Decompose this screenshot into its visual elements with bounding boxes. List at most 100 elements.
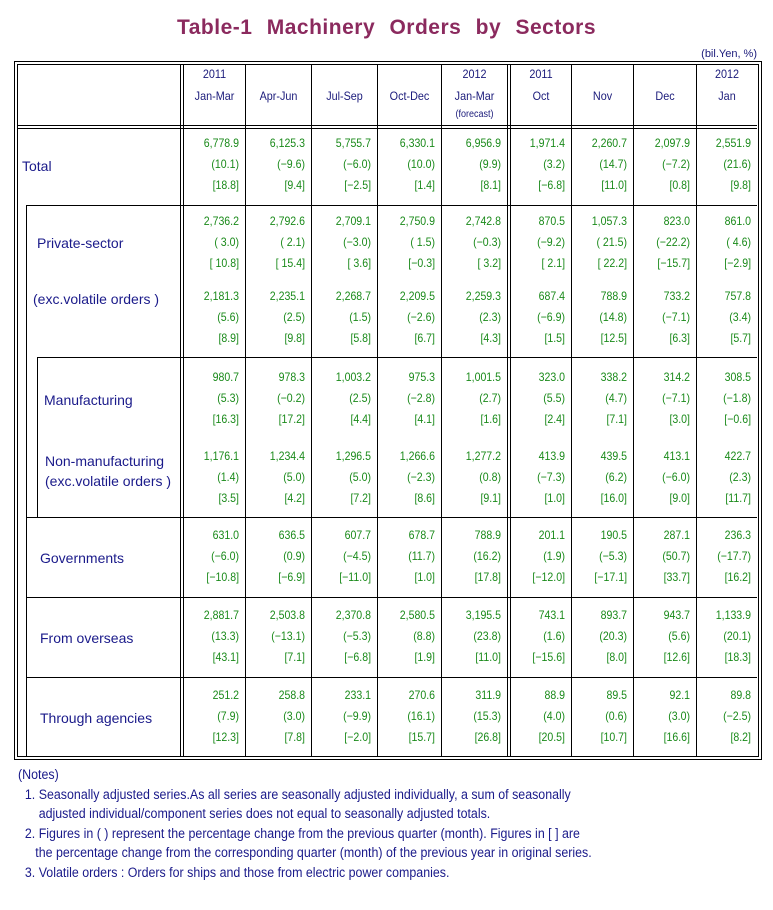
value: 1,234.4 <box>269 449 305 463</box>
yoy-change: [−2.9] <box>724 256 751 270</box>
table-cell: 1,003.2 (2.5) [4.4] <box>320 367 371 430</box>
yoy-change: [9.1] <box>480 491 501 505</box>
table-cell: 2,792.6 ( 2.1) [ 15.4] <box>254 211 305 274</box>
yoy-change: [3.0] <box>669 412 690 426</box>
qoq-change: (5.0) <box>349 470 371 484</box>
qoq-change: (−0.3) <box>473 235 501 249</box>
table-cell: 1,001.5 (2.7) [1.6] <box>450 367 501 430</box>
column-header: 2012 Jan <box>700 63 754 123</box>
manufacturing-box-edge <box>37 357 38 517</box>
yoy-change: [9.8] <box>284 331 305 345</box>
yoy-change: [16.2] <box>724 570 751 584</box>
yoy-change: [8.2] <box>730 730 751 744</box>
yoy-change: [8.0] <box>606 650 627 664</box>
table-cell: 1,971.4 (3.2) [−6.8] <box>516 133 565 196</box>
table-cell: 287.1 (50.7) [33.7] <box>642 525 690 588</box>
value: 311.9 <box>475 688 501 702</box>
qoq-change: (13.3) <box>211 629 239 643</box>
yoy-change: [11.0] <box>601 178 627 192</box>
table-cell: 2,503.8 (−13.1) [7.1] <box>254 605 305 668</box>
qoq-change: (2.5) <box>283 310 305 324</box>
value: 2,209.5 <box>399 289 435 303</box>
yoy-change: [18.3] <box>724 650 751 664</box>
column-header-line1 <box>249 63 308 85</box>
notes-section: (Notes) 1. Seasonally adjusted series.As… <box>18 765 592 882</box>
yoy-change: [6.3] <box>669 331 690 345</box>
table-cell: 439.5 (6.2) [16.0] <box>579 446 627 509</box>
table-cell: 2,235.1 (2.5) [9.8] <box>254 286 305 349</box>
qoq-change: (3.2) <box>543 157 565 171</box>
table-cell: 2,580.5 (8.8) [1.9] <box>386 605 435 668</box>
table-cell: 1,296.5 (5.0) [7.2] <box>320 446 371 509</box>
qoq-change: (0.8) <box>479 470 501 484</box>
yoy-change: [−17.1] <box>594 570 627 584</box>
qoq-change: (−2.6) <box>407 310 435 324</box>
row-label: From overseas <box>40 630 134 646</box>
table-cell: 6,330.1 (10.0) [1.4] <box>386 133 435 196</box>
value: 1,133.9 <box>715 608 751 622</box>
column-header-line1 <box>315 63 374 85</box>
column-header-line1: 2011 <box>202 67 227 81</box>
qoq-change: (10.1) <box>211 157 239 171</box>
row-divider-double <box>17 128 757 129</box>
yoy-change: [−10.8] <box>206 570 239 584</box>
table-cell: 978.3 (−0.2) [17.2] <box>254 367 305 430</box>
qoq-change: (14.7) <box>599 157 627 171</box>
yoy-change: [1.0] <box>544 491 565 505</box>
qoq-change: (−7.1) <box>662 310 690 324</box>
qoq-change: (16.2) <box>473 549 501 563</box>
table-cell: 270.6 (16.1) [15.7] <box>386 685 435 748</box>
table-cell: 2,268.7 (1.5) [5.8] <box>320 286 371 349</box>
table-cell: 5,755.7 (−6.0) [−2.5] <box>320 133 371 196</box>
yoy-change: [4.1] <box>414 412 435 426</box>
value: 870.5 <box>538 214 565 228</box>
value: 2,268.7 <box>335 289 371 303</box>
qoq-change: ( 3.0) <box>214 235 239 249</box>
qoq-change: (1.9) <box>543 549 565 563</box>
yoy-change: [4.2] <box>284 491 305 505</box>
value: 92.1 <box>669 688 690 702</box>
qoq-change: (−2.8) <box>407 391 435 405</box>
yoy-change: [9.8] <box>730 178 751 192</box>
qoq-change: (1.4) <box>217 470 239 484</box>
value: 89.5 <box>606 688 627 702</box>
qoq-change: (6.2) <box>605 470 627 484</box>
yoy-change: [16.0] <box>600 491 627 505</box>
yoy-change: [8.9] <box>218 331 239 345</box>
qoq-change: (2.7) <box>479 391 501 405</box>
row-label: (exc.volatile orders ) <box>33 291 160 307</box>
table-cell: 975.3 (−2.8) [4.1] <box>386 367 435 430</box>
table-cell: 6,125.3 (−9.6) [9.4] <box>254 133 305 196</box>
value: 1,003.2 <box>335 370 371 384</box>
yoy-change: [1.9] <box>414 650 435 664</box>
yoy-change: [ 2.1] <box>541 256 565 270</box>
yoy-change: [1.6] <box>480 412 501 426</box>
yoy-change: [11.7] <box>725 491 751 505</box>
column-header-line3 <box>315 107 374 123</box>
value: 757.8 <box>724 289 751 303</box>
yoy-change: [6.7] <box>414 331 435 345</box>
value: 2,259.3 <box>465 289 501 303</box>
value: 2,742.8 <box>465 214 501 228</box>
yoy-change: [7.8] <box>284 730 305 744</box>
qoq-change: (20.3) <box>599 629 627 643</box>
table-cell: 631.0 (−6.0) [−10.8] <box>189 525 239 588</box>
value: 6,330.1 <box>399 136 435 150</box>
table-cell: 236.3 (−17.7) [16.2] <box>704 525 751 588</box>
value: 6,125.3 <box>269 136 305 150</box>
qoq-change: (11.7) <box>408 549 435 563</box>
column-header-line1 <box>381 63 438 85</box>
row-divider <box>37 357 757 358</box>
value: 258.8 <box>278 688 305 702</box>
table-cell: 893.7 (20.3) [8.0] <box>579 605 627 668</box>
qoq-change: (1.5) <box>349 310 371 324</box>
table-cell: 190.5 (−5.3) [−17.1] <box>579 525 627 588</box>
table-cell: 89.8 (−2.5) [8.2] <box>704 685 751 748</box>
column-header-line3: (forecast) <box>455 109 494 120</box>
column-header: Jul-Sep <box>315 63 374 123</box>
column-header: 2012 Jan-Mar (forecast) <box>445 63 504 123</box>
column-header-line2: Oct <box>532 89 550 103</box>
yoy-change: [16.6] <box>663 730 690 744</box>
qoq-change: (5.6) <box>668 629 690 643</box>
column-divider <box>633 64 634 757</box>
